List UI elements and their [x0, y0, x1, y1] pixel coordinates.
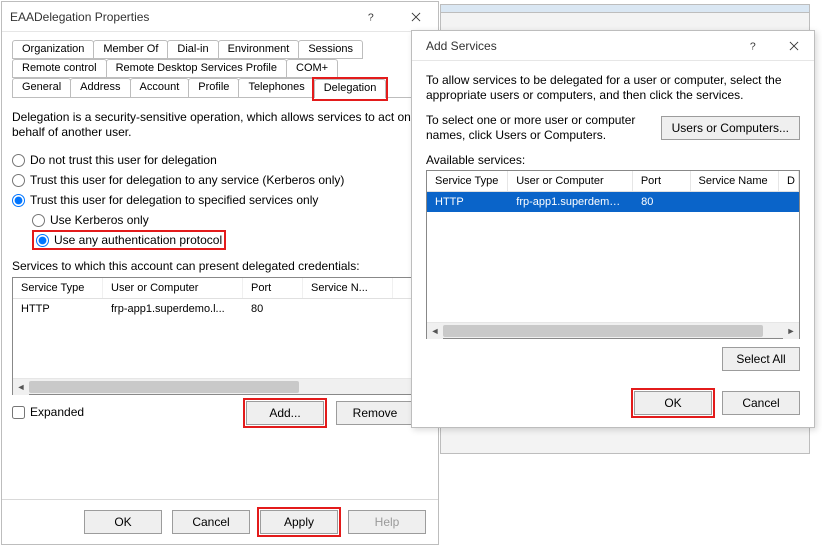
scroll-left-icon[interactable]: ◄ — [13, 379, 29, 395]
ok-button[interactable]: OK — [84, 510, 162, 534]
cell-user: frp-app1.superdemo.l... — [508, 192, 633, 212]
radio-any-auth-highlight: Use any authentication protocol — [32, 230, 226, 250]
radio-input[interactable] — [32, 214, 45, 227]
col-user-computer[interactable]: User or Computer — [103, 278, 243, 298]
tab-sessions[interactable]: Sessions — [298, 40, 363, 59]
radio-input[interactable] — [12, 194, 25, 207]
tab-rds-profile[interactable]: Remote Desktop Services Profile — [106, 59, 287, 78]
cell-port: 80 — [633, 192, 691, 212]
add-button[interactable]: Add... — [246, 401, 324, 425]
close-icon[interactable] — [394, 2, 438, 32]
radio-trust-any[interactable]: Trust this user for delegation to any se… — [12, 173, 428, 187]
list-item[interactable]: HTTP frp-app1.superdemo.l... 80 — [13, 299, 427, 319]
radio-do-not-trust[interactable]: Do not trust this user for delegation — [12, 153, 428, 167]
listview-label: Services to which this account can prese… — [12, 259, 428, 273]
cell-sname — [303, 299, 393, 319]
services-listview[interactable]: Service Type User or Computer Port Servi… — [12, 277, 428, 395]
radio-label: Trust this user for delegation to specif… — [30, 193, 318, 207]
users-or-computers-button[interactable]: Users or Computers... — [661, 116, 800, 140]
title-controls: ? — [734, 31, 814, 61]
listview-header: Service Type User or Computer Port Servi… — [13, 278, 427, 299]
col-service-type[interactable]: Service Type — [13, 278, 103, 298]
dialog-button-bar: OK Cancel Apply Help — [2, 499, 438, 544]
tab-general[interactable]: General — [12, 78, 71, 97]
ok-button[interactable]: OK — [634, 391, 712, 415]
col-service-name[interactable]: Service N... — [303, 278, 393, 298]
radio-label: Use any authentication protocol — [54, 233, 222, 247]
title-controls: ? — [350, 2, 438, 32]
cell-sname — [691, 192, 780, 212]
tab-member-of[interactable]: Member Of — [93, 40, 168, 59]
col-port[interactable]: Port — [633, 171, 691, 191]
col-service-type[interactable]: Service Type — [427, 171, 508, 191]
radio-label: Trust this user for delegation to any se… — [30, 173, 344, 187]
radio-input[interactable] — [12, 154, 25, 167]
help-icon[interactable]: ? — [734, 31, 774, 61]
tab-dial-in[interactable]: Dial-in — [167, 40, 218, 59]
tab-telephones[interactable]: Telephones — [238, 78, 314, 97]
apply-button[interactable]: Apply — [260, 510, 338, 534]
cancel-button[interactable]: Cancel — [172, 510, 250, 534]
tab-delegation[interactable]: Delegation — [314, 79, 387, 98]
lookup-text: To select one or more user or computer n… — [426, 113, 651, 143]
scroll-thumb[interactable] — [443, 325, 763, 337]
tab-organization[interactable]: Organization — [12, 40, 94, 59]
svg-text:?: ? — [368, 11, 374, 23]
remove-button[interactable]: Remove — [336, 401, 414, 425]
h-scrollbar[interactable]: ◄ ► — [427, 322, 799, 338]
tabs: Organization Member Of Dial-in Environme… — [12, 40, 428, 98]
col-user-computer[interactable]: User or Computer — [508, 171, 633, 191]
tab-environment[interactable]: Environment — [218, 40, 300, 59]
cancel-button[interactable]: Cancel — [722, 391, 800, 415]
close-icon[interactable] — [774, 31, 814, 61]
list-item[interactable]: HTTP frp-app1.superdemo.l... 80 — [427, 192, 799, 212]
dialog-button-bar: OK Cancel — [412, 385, 814, 427]
col-port[interactable]: Port — [243, 278, 303, 298]
listview-header: Service Type User or Computer Port Servi… — [427, 171, 799, 192]
tab-comp[interactable]: COM+ — [286, 59, 338, 78]
radio-input[interactable] — [12, 174, 25, 187]
cell-d — [779, 192, 799, 212]
scroll-right-icon[interactable]: ► — [783, 323, 799, 339]
scroll-left-icon[interactable]: ◄ — [427, 323, 443, 339]
intro-text: To allow services to be delegated for a … — [426, 73, 800, 103]
tab-account[interactable]: Account — [130, 78, 190, 97]
radio-label: Use Kerberos only — [50, 213, 149, 227]
available-services-list[interactable]: Service Type User or Computer Port Servi… — [426, 170, 800, 339]
select-all-button[interactable]: Select All — [722, 347, 800, 371]
radio-kerberos-only[interactable]: Use Kerberos only — [32, 213, 428, 227]
tab-profile[interactable]: Profile — [188, 78, 239, 97]
radio-label: Do not trust this user for delegation — [30, 153, 217, 167]
titlebar: EAADelegation Properties ? — [2, 2, 438, 32]
col-d[interactable]: D — [779, 171, 799, 191]
scroll-thumb[interactable] — [29, 381, 299, 393]
help-icon[interactable]: ? — [350, 2, 394, 32]
titlebar: Add Services ? — [412, 31, 814, 61]
radio-trust-specified[interactable]: Trust this user for delegation to specif… — [12, 193, 428, 207]
cell-user: frp-app1.superdemo.l... — [103, 299, 243, 319]
available-label: Available services: — [426, 153, 800, 167]
window-title: Add Services — [426, 39, 497, 53]
window-title: EAADelegation Properties — [10, 10, 149, 24]
intro-text: Delegation is a security-sensitive opera… — [12, 110, 428, 140]
col-service-name[interactable]: Service Name — [691, 171, 779, 191]
cell-port: 80 — [243, 299, 303, 319]
tab-address[interactable]: Address — [70, 78, 130, 97]
h-scrollbar[interactable]: ◄ ► — [13, 378, 427, 394]
svg-text:?: ? — [750, 40, 756, 52]
properties-dialog: EAADelegation Properties ? Organization … — [1, 1, 439, 545]
cell-type: HTTP — [427, 192, 508, 212]
radio-any-auth[interactable] — [36, 234, 49, 247]
add-services-dialog: Add Services ? To allow services to be d… — [411, 30, 815, 428]
cell-type: HTTP — [13, 299, 103, 319]
help-button[interactable]: Help — [348, 510, 426, 534]
tab-remote-control[interactable]: Remote control — [12, 59, 107, 78]
